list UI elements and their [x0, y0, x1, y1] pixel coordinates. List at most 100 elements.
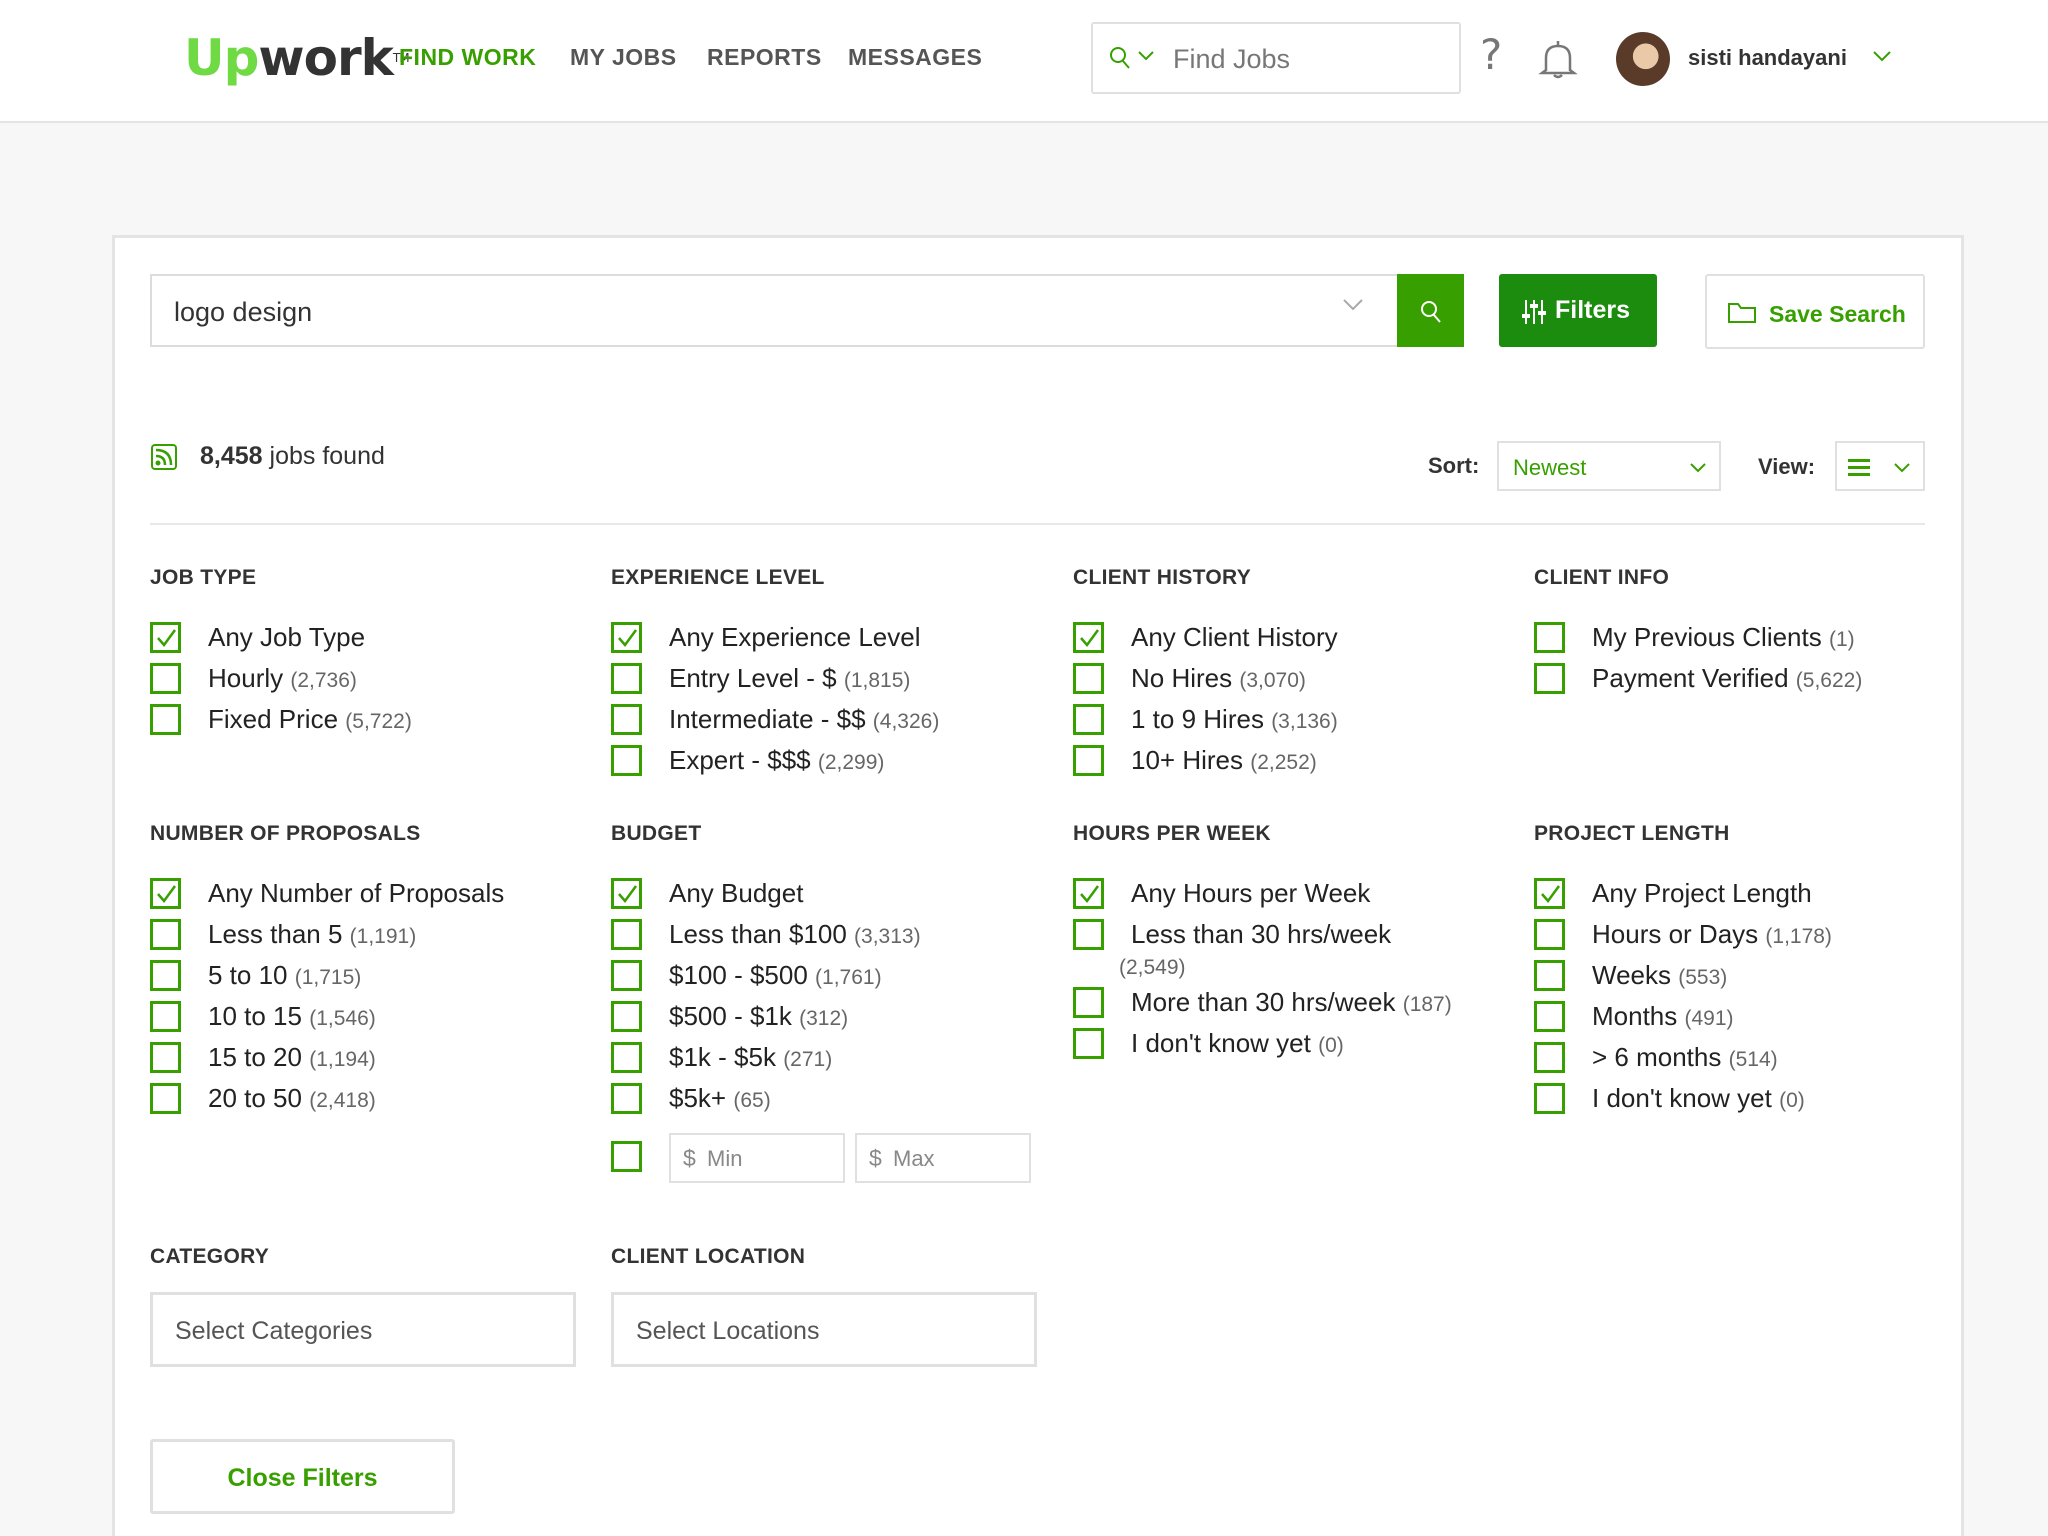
checkbox[interactable]	[1073, 919, 1104, 950]
filter-option[interactable]: Expert - $$$ (2,299)	[611, 743, 1051, 784]
user-menu-chevron-down-icon[interactable]	[1872, 50, 1892, 62]
checkbox[interactable]	[611, 1042, 642, 1073]
nav-find-work[interactable]: FIND WORK	[399, 44, 536, 71]
checkbox[interactable]	[1073, 1028, 1104, 1059]
filter-option[interactable]: More than 30 hrs/week (187)	[1073, 985, 1513, 1026]
budget-min-input[interactable]	[707, 1144, 837, 1174]
filter-option[interactable]: Any Hours per Week	[1073, 876, 1513, 917]
filter-option[interactable]: No Hires (3,070)	[1073, 661, 1513, 702]
filter-option[interactable]: Any Budget	[611, 876, 1051, 917]
checkbox[interactable]	[150, 1001, 181, 1032]
filter-option-label: Expert - $$$	[669, 745, 811, 775]
find-jobs-input[interactable]	[1173, 40, 1443, 78]
checkbox[interactable]	[1534, 960, 1565, 991]
view-select[interactable]	[1835, 441, 1925, 491]
checkbox[interactable]	[611, 919, 642, 950]
checkbox[interactable]	[1534, 1083, 1565, 1114]
category-select[interactable]: Select Categories	[150, 1292, 576, 1367]
checkbox[interactable]	[611, 1001, 642, 1032]
checkbox[interactable]	[150, 704, 181, 735]
filter-option[interactable]: Hourly (2,736)	[150, 661, 590, 702]
filter-option[interactable]: Intermediate - $$ (4,326)	[611, 702, 1051, 743]
checkbox[interactable]	[611, 663, 642, 694]
checkbox-checked[interactable]	[150, 622, 181, 653]
filter-option[interactable]: 5 to 10 (1,715)	[150, 958, 590, 999]
checkbox[interactable]	[1073, 704, 1104, 735]
nav-reports[interactable]: REPORTS	[707, 44, 822, 71]
filter-option[interactable]: Months (491)	[1534, 999, 1974, 1040]
filter-option[interactable]: Any Job Type	[150, 620, 590, 661]
upwork-logo[interactable]: UpworkTM	[184, 28, 410, 88]
filter-option[interactable]: Weeks (553)	[1534, 958, 1974, 999]
checkbox[interactable]	[150, 663, 181, 694]
checkbox[interactable]	[611, 745, 642, 776]
checkbox[interactable]	[1534, 1001, 1565, 1032]
filter-option[interactable]: Any Number of Proposals	[150, 876, 590, 917]
budget-max-input[interactable]	[893, 1144, 1023, 1174]
checkbox[interactable]	[150, 1042, 181, 1073]
checkbox[interactable]	[611, 1083, 642, 1114]
checkbox[interactable]	[150, 960, 181, 991]
filter-option[interactable]: Entry Level - $ (1,815)	[611, 661, 1051, 702]
checkbox[interactable]	[1073, 745, 1104, 776]
filter-option[interactable]: Any Client History	[1073, 620, 1513, 661]
checkbox[interactable]	[611, 704, 642, 735]
filter-option[interactable]: 15 to 20 (1,194)	[150, 1040, 590, 1081]
checkbox[interactable]	[1534, 622, 1565, 653]
search-type-chevron-down-icon[interactable]	[1137, 50, 1155, 62]
checkbox[interactable]	[1073, 663, 1104, 694]
checkbox[interactable]	[1534, 1042, 1565, 1073]
filter-option[interactable]: $5k+ (65)	[611, 1081, 1051, 1122]
checkbox-checked[interactable]	[611, 622, 642, 653]
checkbox-checked[interactable]	[1534, 878, 1565, 909]
help-icon[interactable]: ?	[1480, 30, 1502, 79]
filters-button[interactable]: Filters	[1499, 274, 1657, 347]
avatar[interactable]	[1616, 32, 1670, 86]
sort-select[interactable]: Newest	[1497, 441, 1721, 491]
filter-option[interactable]: Any Experience Level	[611, 620, 1051, 661]
filter-option[interactable]: Less than 30 hrs/week (2,549)	[1073, 917, 1513, 985]
close-filters-button[interactable]: Close Filters	[150, 1439, 455, 1514]
filter-option[interactable]: Fixed Price (5,722)	[150, 702, 590, 743]
job-search-input[interactable]	[174, 292, 1324, 332]
search-icon[interactable]	[1109, 46, 1131, 70]
checkbox[interactable]	[1534, 919, 1565, 950]
filter-option[interactable]: $1k - $5k (271)	[611, 1040, 1051, 1081]
checkmark-icon	[1080, 629, 1100, 648]
filter-option[interactable]: 10 to 15 (1,546)	[150, 999, 590, 1040]
checkbox[interactable]	[611, 960, 642, 991]
notification-bell-icon[interactable]	[1538, 38, 1578, 80]
filter-option[interactable]: My Previous Clients (1)	[1534, 620, 1974, 661]
filter-option[interactable]: > 6 months (514)	[1534, 1040, 1974, 1081]
filter-option[interactable]: I don't know yet (0)	[1073, 1026, 1513, 1067]
nav-my-jobs[interactable]: MY JOBS	[570, 44, 677, 71]
search-button[interactable]	[1397, 274, 1464, 347]
client-location-select[interactable]: Select Locations	[611, 1292, 1037, 1367]
checkbox[interactable]	[150, 919, 181, 950]
filter-option[interactable]: I don't know yet (0)	[1534, 1081, 1974, 1122]
budget-range-checkbox[interactable]	[611, 1141, 642, 1172]
checkbox-checked[interactable]	[1073, 878, 1104, 909]
filter-option[interactable]: Any Project Length	[1534, 876, 1974, 917]
checkbox-checked[interactable]	[1073, 622, 1104, 653]
save-search-button[interactable]: Save Search	[1705, 274, 1925, 349]
checkbox[interactable]	[150, 1083, 181, 1114]
filter-option[interactable]: Less than 5 (1,191)	[150, 917, 590, 958]
username[interactable]: sisti handayani	[1688, 45, 1847, 71]
checkbox[interactable]	[1073, 987, 1104, 1018]
filter-option[interactable]: 10+ Hires (2,252)	[1073, 743, 1513, 784]
filter-option[interactable]: Less than $100 (3,313)	[611, 917, 1051, 958]
filter-option[interactable]: $100 - $500 (1,761)	[611, 958, 1051, 999]
filter-option[interactable]: 1 to 9 Hires (3,136)	[1073, 702, 1513, 743]
checkbox[interactable]	[1534, 663, 1565, 694]
search-history-chevron-down-icon[interactable]	[1342, 298, 1364, 312]
filter-option-count: (2,418)	[309, 1089, 376, 1112]
nav-messages[interactable]: MESSAGES	[848, 44, 982, 71]
filter-option[interactable]: Hours or Days (1,178)	[1534, 917, 1974, 958]
filter-option[interactable]: Payment Verified (5,622)	[1534, 661, 1974, 702]
rss-feed-icon[interactable]	[151, 444, 177, 470]
checkbox-checked[interactable]	[611, 878, 642, 909]
checkbox-checked[interactable]	[150, 878, 181, 909]
filter-option[interactable]: 20 to 50 (2,418)	[150, 1081, 590, 1122]
filter-option[interactable]: $500 - $1k (312)	[611, 999, 1051, 1040]
